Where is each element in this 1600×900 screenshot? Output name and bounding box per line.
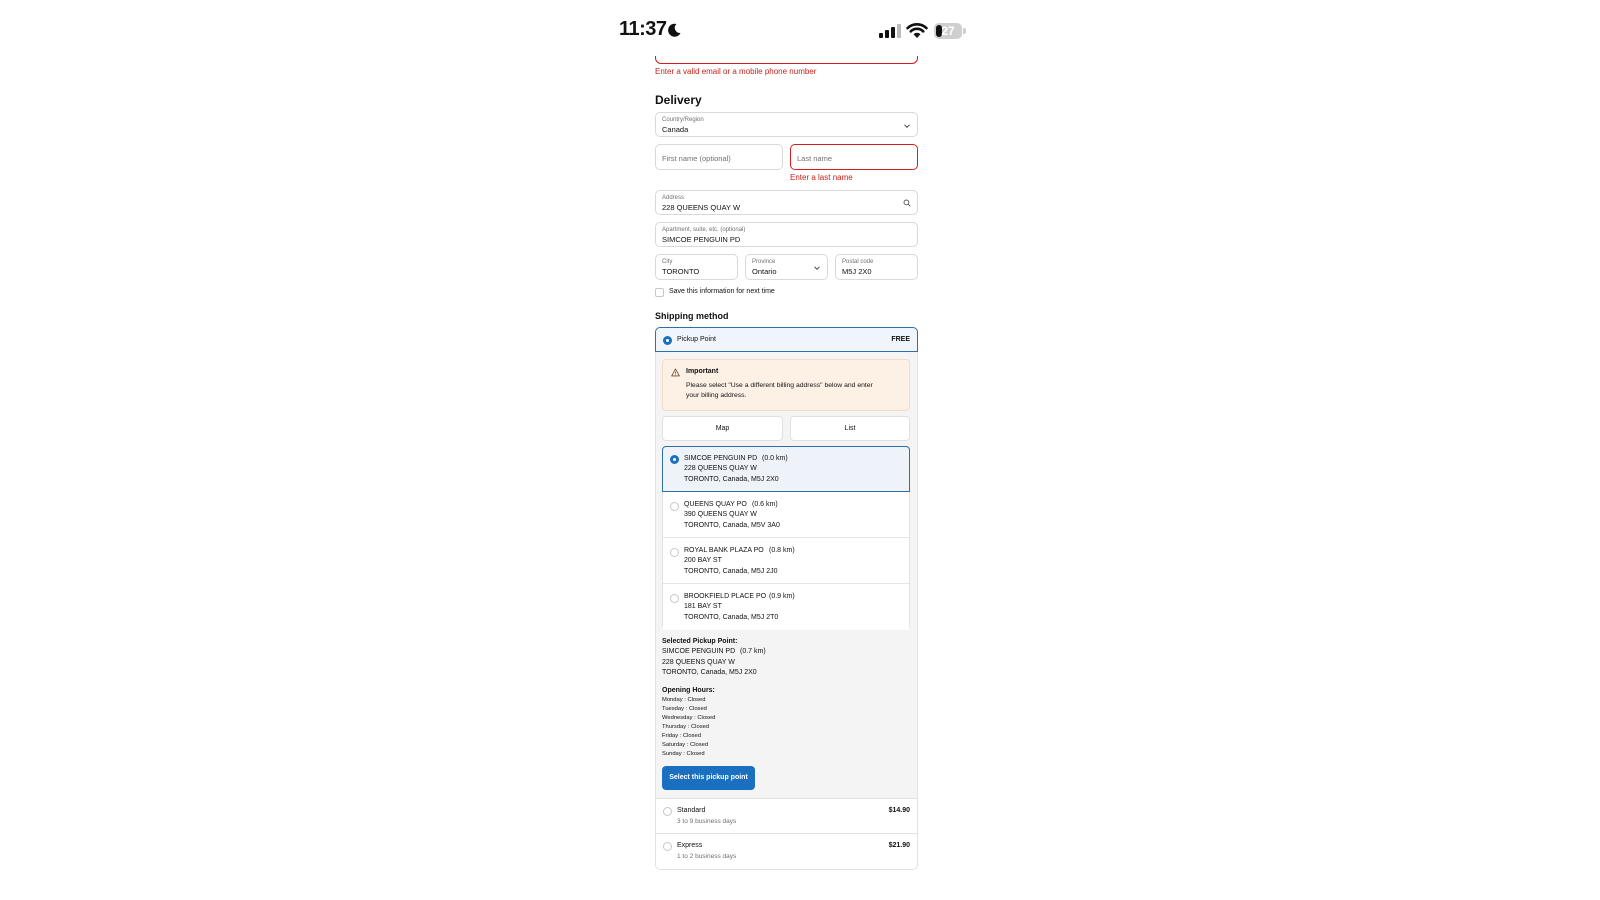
country-label: Country/Region: [662, 117, 704, 123]
notice-line-1: Please select "Use a different billing a…: [686, 382, 873, 389]
pickup-point-list: SIMCOE PENGUIN PD (0.0 km) 228 QUEENS QU…: [662, 446, 910, 630]
province-value: Ontario: [752, 267, 777, 276]
pickup-point-city: TORONTO, Canada, M5V 3A0: [684, 522, 780, 529]
address-value: 228 QUEENS QUAY W: [662, 203, 741, 212]
standard-name: Standard: [677, 807, 706, 814]
warning-icon: [671, 368, 680, 377]
pickup-point-radio[interactable]: [670, 548, 679, 557]
chevron-down-icon: [904, 124, 910, 129]
contact-error: Enter a valid email or a mobile phone nu…: [655, 67, 817, 76]
battery-cap: [963, 28, 966, 34]
city-value: TORONTO: [662, 267, 700, 276]
pickup-radio[interactable]: [663, 336, 672, 345]
opening-hours-title: Opening Hours:: [662, 687, 715, 694]
apartment-label: Apartment, suite, etc. (optional): [662, 227, 746, 233]
pickup-point-distance: (0.0 km): [762, 455, 788, 462]
pickup-point-street: 181 BAY ST: [684, 603, 722, 610]
pickup-point-item[interactable]: ROYAL BANK PLAZA PO (0.8 km) 200 BAY ST …: [663, 538, 909, 584]
postal-code-label: Postal code: [842, 259, 874, 265]
shipping-heading: Shipping method: [655, 311, 729, 321]
save-info-label: Save this information for next time: [669, 288, 775, 295]
first-name-placeholder: First name (optional): [662, 154, 731, 163]
last-name-placeholder: Last name: [797, 154, 833, 163]
hours-line: Sunday : Closed: [662, 751, 705, 757]
express-sub: 1 to 2 business days: [677, 853, 737, 860]
pickup-point-street: 228 QUEENS QUAY W: [684, 465, 757, 472]
list-view-button[interactable]: List: [790, 416, 910, 441]
delivery-heading: Delivery: [655, 93, 702, 107]
notice-line-2: your billing address.: [686, 392, 747, 399]
province-select[interactable]: Province Ontario: [745, 254, 828, 280]
selected-pickup-title: Selected Pickup Point:: [662, 638, 738, 645]
shipping-option-standard[interactable]: Standard 3 to 9 business days $14.90: [655, 798, 918, 834]
pickup-point-radio[interactable]: [670, 455, 679, 464]
pickup-point-street: 200 BAY ST: [684, 557, 722, 564]
pickup-point-name: ROYAL BANK PLAZA PO: [684, 547, 764, 554]
pickup-point-item[interactable]: QUEENS QUAY PO (0.6 km) 390 QUEENS QUAY …: [663, 492, 909, 538]
pickup-option-price: FREE: [891, 336, 910, 343]
standard-sub: 3 to 9 business days: [677, 818, 737, 825]
postal-code-field[interactable]: Postal code M5J 2X0: [835, 254, 918, 280]
city-label: City: [662, 259, 673, 265]
pickup-point-item[interactable]: SIMCOE PENGUIN PD (0.0 km) 228 QUEENS QU…: [662, 446, 910, 492]
address-field[interactable]: Address 228 QUEENS QUAY W: [655, 190, 918, 215]
hours-line: Saturday : Closed: [662, 742, 709, 748]
pickup-point-name: BROOKFIELD PLACE PO: [684, 593, 767, 600]
postal-code-value: M5J 2X0: [842, 267, 872, 276]
chevron-down-icon: [814, 266, 820, 271]
pickup-point-city: TORONTO, Canada, M5J 2J0: [684, 568, 778, 575]
moon-icon: [668, 23, 681, 37]
cellular-signal-icon: [879, 24, 901, 38]
pickup-point-item[interactable]: BROOKFIELD PLACE PO (0.9 km) 181 BAY ST …: [663, 584, 909, 630]
standard-radio[interactable]: [663, 807, 672, 816]
apartment-value: SIMCOE PENGUIN PD: [662, 235, 741, 244]
pickup-point-street: 390 QUEENS QUAY W: [684, 511, 757, 518]
save-info-checkbox[interactable]: [655, 288, 664, 297]
selected-pickup-name: SIMCOE PENGUIN PD: [662, 648, 736, 655]
pickup-point-distance: (0.9 km): [769, 593, 795, 600]
city-field[interactable]: City TORONTO: [655, 254, 738, 280]
express-name: Express: [677, 842, 703, 849]
contact-field[interactable]: [655, 56, 918, 64]
pickup-point-radio[interactable]: [670, 594, 679, 603]
selected-pickup-city: TORONTO, Canada, M5J 2X0: [662, 669, 757, 676]
standard-price: $14.90: [888, 807, 910, 814]
status-time: 11:37: [619, 18, 667, 40]
pickup-point-name: QUEENS QUAY PO: [684, 501, 747, 508]
express-radio[interactable]: [663, 842, 672, 851]
pickup-option-name: Pickup Point: [677, 336, 716, 343]
pickup-point-distance: (0.6 km): [752, 501, 778, 508]
search-icon[interactable]: [903, 199, 911, 207]
first-name-field[interactable]: First name (optional): [655, 144, 783, 170]
last-name-field[interactable]: Last name: [790, 144, 918, 170]
pickup-point-distance: (0.8 km): [769, 547, 795, 554]
country-select[interactable]: Country/Region Canada: [655, 112, 918, 137]
battery-percentage: 27: [941, 24, 955, 38]
hours-line: Monday : Closed: [662, 697, 706, 703]
pickup-point-city: TORONTO, Canada, M5J 2X0: [684, 476, 779, 483]
address-label: Address: [662, 195, 685, 201]
notice-title: Important: [686, 368, 719, 375]
selected-pickup-street: 228 QUEENS QUAY W: [662, 659, 735, 666]
pickup-point-name: SIMCOE PENGUIN PD: [684, 455, 758, 462]
shipping-option-pickup[interactable]: Pickup Point FREE: [655, 327, 918, 352]
pickup-point-city: TORONTO, Canada, M5J 2T0: [684, 614, 779, 621]
hours-line: Thursday : Closed: [662, 724, 710, 730]
express-price: $21.90: [888, 842, 910, 849]
hours-line: Tuesday : Closed: [662, 706, 707, 712]
hours-line: Friday : Closed: [662, 733, 701, 739]
wifi-icon: [906, 23, 928, 38]
province-label: Province: [752, 259, 776, 265]
apartment-field[interactable]: Apartment, suite, etc. (optional) SIMCOE…: [655, 222, 918, 247]
important-notice: Important Please select "Use a different…: [662, 359, 910, 411]
last-name-error: Enter a last name: [790, 173, 853, 182]
select-pickup-point-button[interactable]: Select this pickup point: [662, 766, 755, 790]
hours-line: Wednesday : Closed: [662, 715, 716, 721]
shipping-option-express[interactable]: Express 1 to 2 business days $21.90: [655, 834, 918, 870]
country-value: Canada: [662, 125, 689, 134]
pickup-point-radio[interactable]: [670, 502, 679, 511]
selected-pickup-distance: (0.7 km): [740, 648, 766, 655]
map-view-button[interactable]: Map: [662, 416, 783, 441]
